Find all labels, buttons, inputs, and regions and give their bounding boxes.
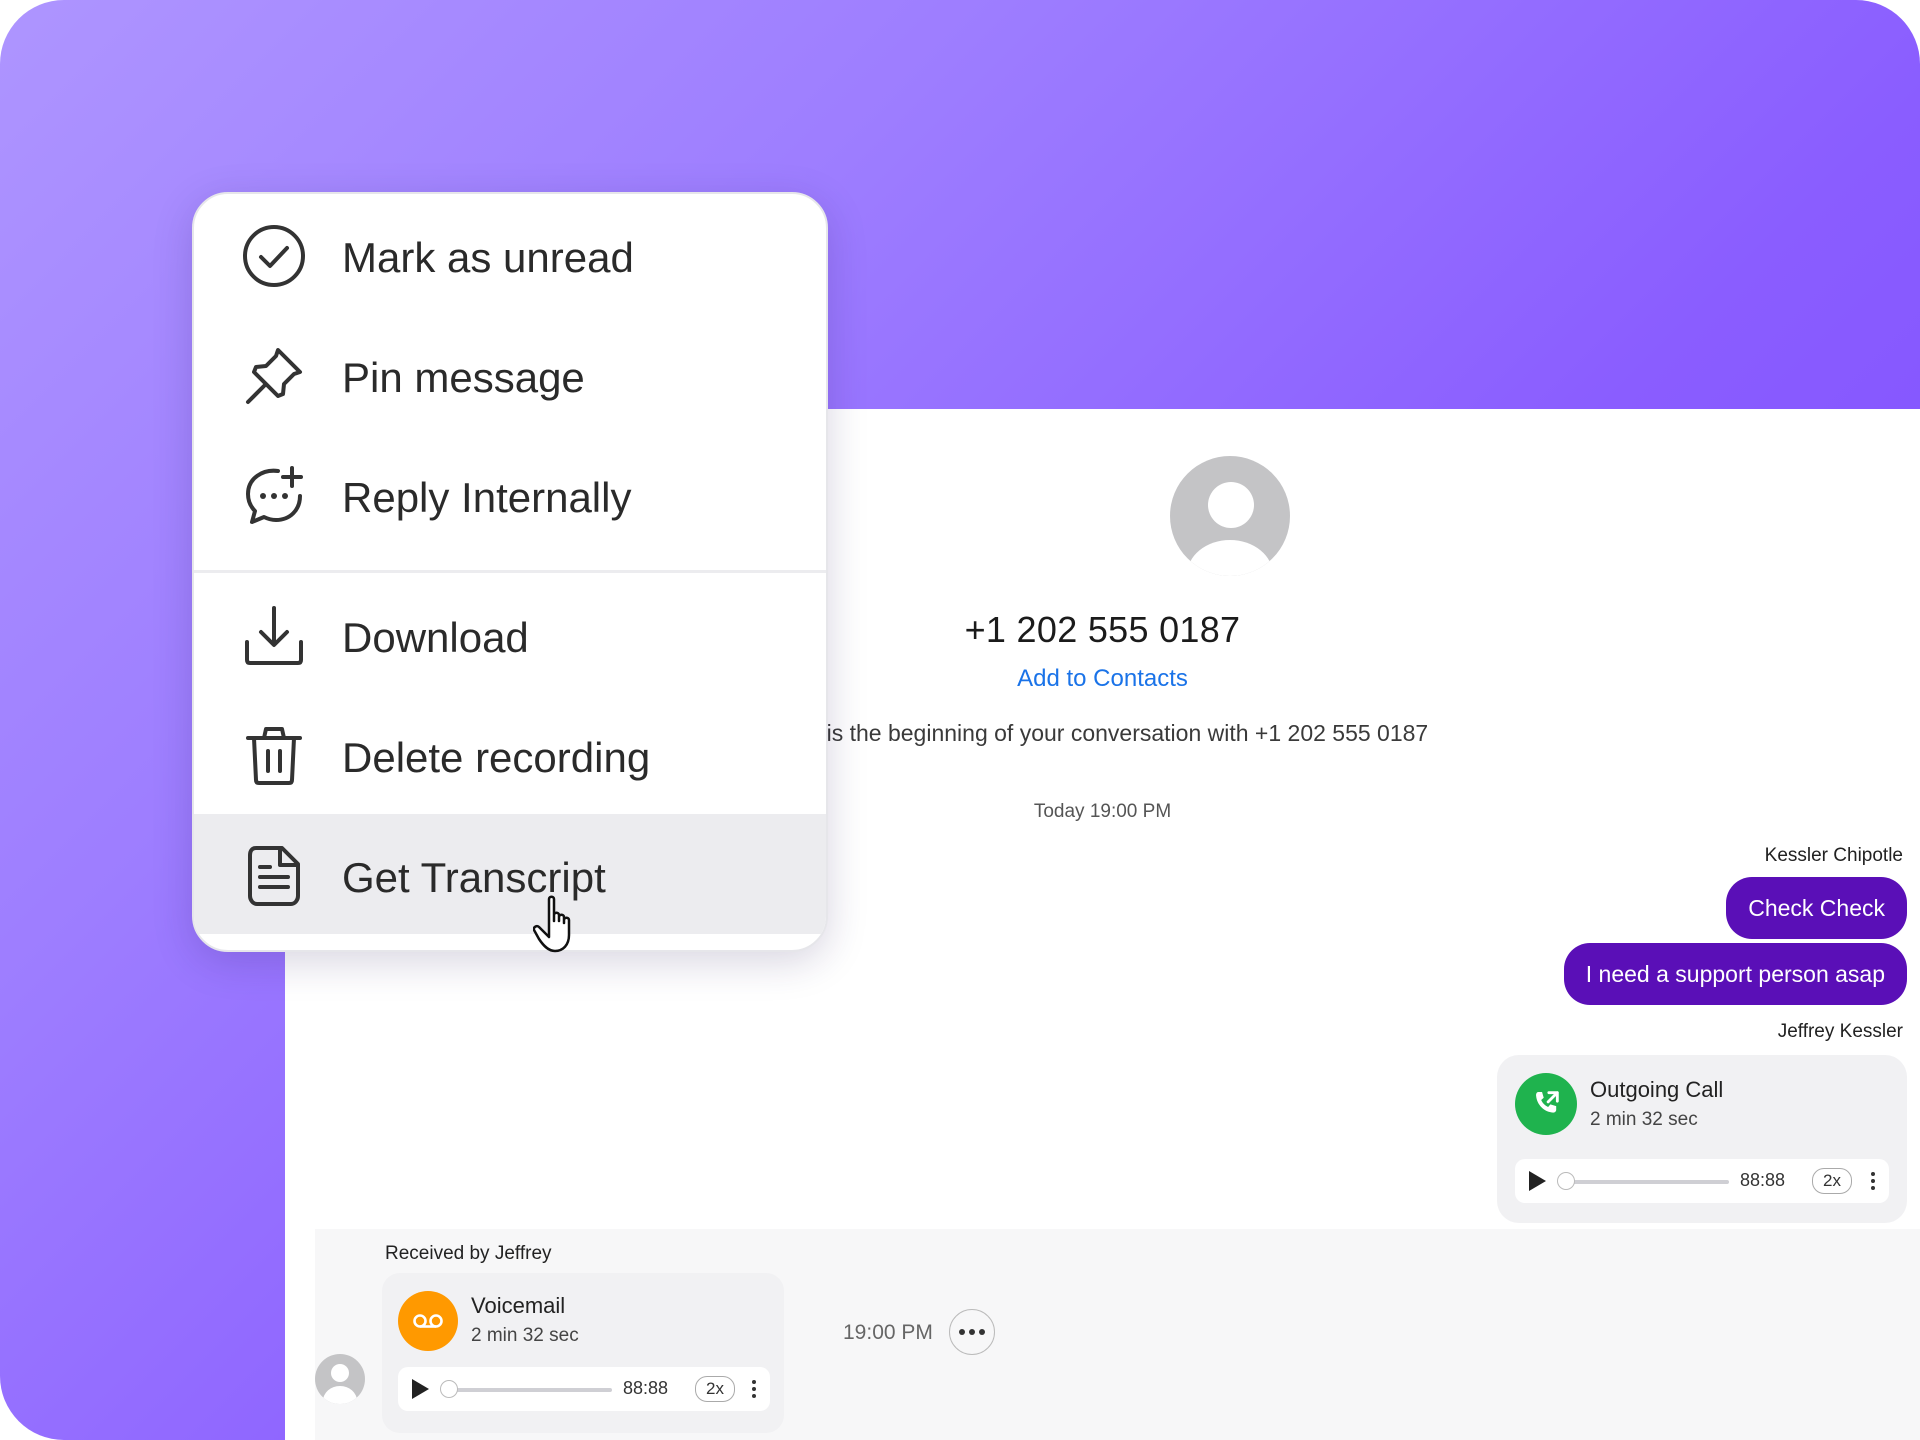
context-menu: Mark as unread Pin message Reply Interna… [192, 192, 828, 952]
play-icon[interactable] [1529, 1171, 1546, 1191]
player-time: 88:88 [1740, 1170, 1786, 1190]
menu-item-reply-internally[interactable]: Reply Internally [194, 434, 826, 554]
menu-item-download[interactable]: Download [194, 574, 826, 694]
sender-name: Jeffrey Kessler [1777, 1021, 1903, 1042]
progress-track[interactable] [442, 1388, 612, 1392]
received-label: Received by Jeffrey [385, 1243, 552, 1264]
message-bubble[interactable]: Check Check [1726, 877, 1907, 939]
sender-name: Kessler Chipotle [1764, 845, 1903, 866]
outgoing-call-icon [1515, 1073, 1577, 1135]
more-options-icon[interactable] [748, 1377, 760, 1401]
voicemail-title: Voicemail [471, 1293, 566, 1318]
call-title: Outgoing Call [1590, 1077, 1724, 1102]
chat-plus-icon [246, 466, 303, 524]
message-actions-button[interactable] [949, 1309, 995, 1355]
menu-item-label: Delete recording [342, 734, 651, 781]
player-time: 88:88 [623, 1378, 669, 1398]
menu-item-get-transcript[interactable]: Get Transcript [194, 814, 826, 934]
menu-item-label: Reply Internally [342, 474, 632, 521]
voicemail-card[interactable]: Voicemail 2 min 32 sec 88:88 2x [382, 1273, 784, 1433]
outgoing-call-card[interactable]: Outgoing Call 2 min 32 sec 88:88 2x [1497, 1055, 1907, 1223]
menu-item-mark-unread[interactable]: Mark as unread [194, 194, 826, 314]
hand-pointer-cursor-icon [533, 895, 571, 953]
play-icon[interactable] [412, 1379, 429, 1399]
trash-icon [246, 727, 302, 785]
more-options-icon[interactable] [1867, 1169, 1879, 1193]
message-bubble[interactable]: I need a support person asap [1563, 943, 1907, 1005]
audio-player: 88:88 2x [398, 1367, 770, 1411]
menu-item-pin-message[interactable]: Pin message [194, 314, 826, 434]
progress-track[interactable] [1559, 1180, 1729, 1184]
check-circle-icon [243, 225, 305, 287]
voicemail-time: 19:00 PM [843, 1321, 933, 1344]
progress-knob[interactable] [1557, 1172, 1575, 1190]
playback-speed-button[interactable]: 2x [1812, 1168, 1852, 1194]
audio-player: 88:88 2x [1515, 1159, 1889, 1203]
voicemail-duration: 2 min 32 sec [471, 1325, 579, 1346]
document-icon [248, 846, 300, 906]
menu-item-delete-recording[interactable]: Delete recording [194, 694, 826, 814]
menu-divider [194, 570, 826, 573]
voicemail-icon [398, 1291, 458, 1351]
progress-knob[interactable] [440, 1380, 458, 1398]
playback-speed-button[interactable]: 2x [695, 1376, 735, 1402]
menu-item-label: Pin message [342, 354, 585, 401]
pin-icon [246, 348, 302, 404]
contact-avatar [1170, 456, 1290, 576]
menu-item-label: Mark as unread [342, 234, 634, 281]
menu-item-label: Download [342, 614, 529, 661]
user-avatar [315, 1354, 365, 1404]
received-voicemail-row: Received by Jeffrey Voicemail 2 min 32 s… [315, 1229, 1920, 1440]
call-duration: 2 min 32 sec [1590, 1109, 1698, 1130]
download-icon [245, 606, 303, 665]
